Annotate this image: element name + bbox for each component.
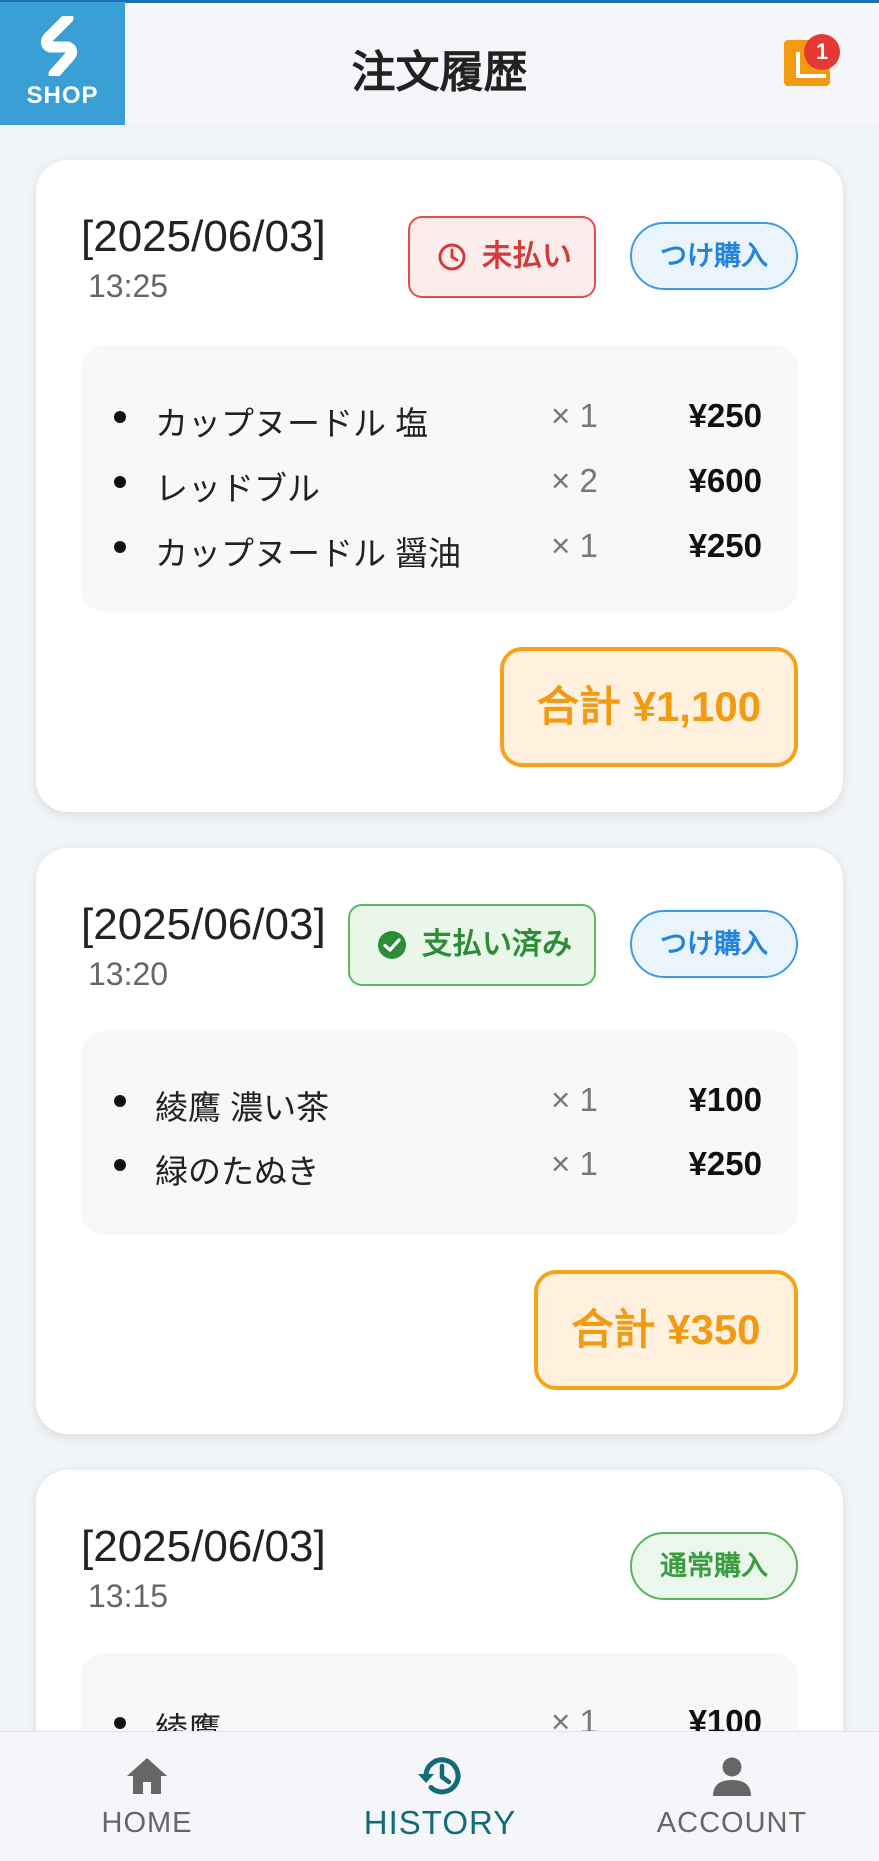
home-icon [127, 1758, 167, 1794]
order-total: 合計 ¥350 [534, 1270, 798, 1390]
item-price: ¥250 [688, 397, 762, 434]
cart-count-badge: 1 [804, 34, 840, 70]
list-item: レッドブル × 2 ¥600 [81, 456, 798, 516]
item-price: ¥600 [688, 462, 762, 499]
order-date: [2025/06/03] [81, 1522, 326, 1571]
status-badge-paid: 支払い済み [348, 904, 596, 986]
item-quantity: × 1 [551, 527, 598, 564]
item-quantity: × 2 [551, 462, 598, 499]
nav-item-account[interactable]: ACCOUNT [622, 1732, 842, 1861]
order-date: [2025/06/03] [81, 900, 326, 949]
purchase-type-badge: 通常購入 [630, 1532, 798, 1600]
item-name: カップヌードル 醤油 [155, 535, 462, 572]
bullet [114, 1717, 126, 1729]
page-title: 注文履歴 [351, 48, 528, 97]
order-time: 13:20 [88, 956, 169, 992]
clock-icon [438, 243, 466, 271]
nav-item-home[interactable]: HOME [37, 1732, 257, 1861]
bullet [114, 476, 126, 488]
list-item: 緑のたぬき × 1 ¥250 [81, 1139, 798, 1199]
list-item: カップヌードル 醤油 × 1 ¥250 [81, 521, 798, 581]
order-card[interactable]: [2025/06/03] 13:20 支払い済み つけ購入 綾鷹 濃い茶 × 1… [36, 848, 843, 1434]
list-item: カップヌードル 塩 × 1 ¥250 [81, 391, 798, 451]
order-total: 合計 ¥1,100 [500, 647, 798, 767]
item-quantity: × 1 [551, 1145, 598, 1182]
status-badge-unpaid: 未払い [408, 216, 596, 298]
person-icon [713, 1757, 751, 1796]
item-quantity: × 1 [551, 397, 598, 434]
purchase-type-badge: つけ購入 [630, 222, 798, 290]
item-price: ¥100 [688, 1081, 762, 1118]
status-label: 未払い [482, 240, 572, 273]
bottom-navigation: HOME HISTORY ACCOUNT [0, 1731, 879, 1861]
check-circle-icon [378, 931, 406, 959]
history-icon [418, 1757, 461, 1795]
purchase-type-badge: つけ購入 [630, 910, 798, 978]
app-header: SHOP 注文履歴 1 [0, 0, 879, 125]
bullet [114, 1095, 126, 1107]
list-item: 綾鷹 濃い茶 × 1 ¥100 [81, 1075, 798, 1135]
bullet [114, 411, 126, 423]
nav-item-history[interactable]: HISTORY [330, 1732, 550, 1861]
order-date: [2025/06/03] [81, 212, 326, 261]
order-time: 13:15 [88, 1578, 169, 1614]
order-items-list: 綾鷹 濃い茶 × 1 ¥100 緑のたぬき × 1 ¥250 [81, 1031, 798, 1235]
status-label: 支払い済み [422, 928, 572, 961]
top-accent-line [0, 0, 879, 3]
nav-label: HISTORY [363, 1804, 517, 1841]
bullet [114, 1159, 126, 1171]
item-price: ¥250 [688, 1145, 762, 1182]
nav-label: HOME [101, 1807, 193, 1839]
bullet [114, 541, 126, 553]
item-name: 綾鷹 濃い茶 [155, 1089, 330, 1126]
order-time: 13:25 [88, 268, 169, 304]
item-name: レッドブル [155, 470, 320, 507]
item-name: 緑のたぬき [155, 1153, 320, 1190]
item-price: ¥250 [688, 527, 762, 564]
nav-label: ACCOUNT [656, 1807, 808, 1839]
cart-button[interactable]: 1 [780, 30, 840, 90]
order-items-list: カップヌードル 塩 × 1 ¥250 レッドブル × 2 ¥600 カップヌード… [81, 345, 798, 612]
item-name: カップヌードル 塩 [155, 405, 429, 442]
order-card[interactable]: [2025/06/03] 13:25 未払い つけ購入 カップヌードル 塩 × … [36, 160, 843, 812]
item-quantity: × 1 [551, 1081, 598, 1118]
